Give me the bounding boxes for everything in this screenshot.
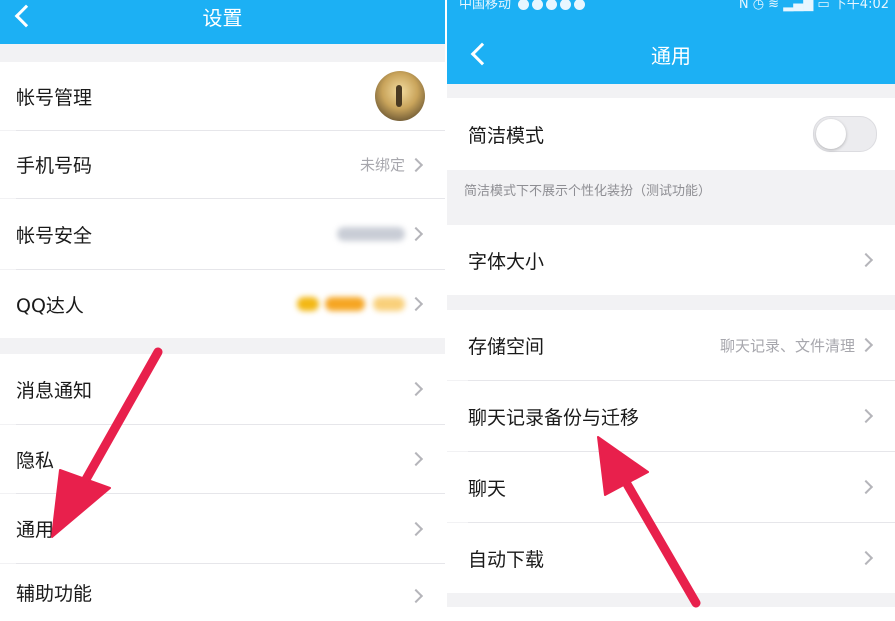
settings-header: 设置 xyxy=(0,0,445,44)
row-account-security[interactable]: 帐号安全 xyxy=(0,199,445,269)
row-chat-backup[interactable]: 聊天记录备份与迁移 xyxy=(447,381,895,451)
row-storage[interactable]: 存储空间 聊天记录、文件清理 xyxy=(447,310,895,380)
app-icon xyxy=(560,0,572,10)
row-chat[interactable]: 聊天 xyxy=(447,452,895,522)
simple-mode-note: 简洁模式下不展示个性化装扮（测试功能） xyxy=(464,184,712,199)
chevron-right-icon xyxy=(408,451,424,467)
chevron-right-icon xyxy=(858,337,874,353)
status-right: N ◷ ≋ ▂▄▆ ▭ 下午4:02 xyxy=(739,0,889,13)
row-label: 辅助功能 xyxy=(16,583,93,605)
chevron-right-icon xyxy=(408,521,424,537)
status-bar: 中国移动 N ◷ ≋ ▂▄▆ ▭ 下午4:02 xyxy=(447,0,895,16)
app-icon xyxy=(532,0,544,10)
row-label: 聊天 xyxy=(468,477,507,500)
chevron-right-icon xyxy=(858,252,874,268)
chevron-right-icon xyxy=(858,550,874,566)
chevron-right-icon xyxy=(408,226,424,242)
avatar xyxy=(375,71,425,121)
alarm-icon: ◷ xyxy=(752,0,765,12)
row-label: 聊天记录备份与迁移 xyxy=(468,406,640,429)
qq-expert-badge-blurred xyxy=(297,270,405,338)
settings-screen: 设置 帐号管理 手机号码 未绑定 帐号安全 QQ达人 消息通知 隐私 通用 辅助… xyxy=(0,0,445,621)
signal-icon: ▂▄▆ xyxy=(783,0,814,12)
row-privacy[interactable]: 隐私 xyxy=(0,425,445,493)
chevron-right-icon xyxy=(408,588,424,604)
row-phone-number[interactable]: 手机号码 未绑定 xyxy=(0,131,445,198)
row-auto-download[interactable]: 自动下载 xyxy=(447,523,895,593)
page-title: 通用 xyxy=(651,44,691,68)
row-general[interactable]: 通用 xyxy=(0,494,445,563)
chevron-right-icon xyxy=(408,381,424,397)
app-icon xyxy=(574,0,586,10)
row-label: 消息通知 xyxy=(16,379,93,402)
row-label: 手机号码 xyxy=(16,155,93,177)
phone-status: 未绑定 xyxy=(359,156,405,174)
row-font-size[interactable]: 字体大小 xyxy=(447,225,895,295)
simple-mode-toggle[interactable] xyxy=(813,116,877,152)
app-icon xyxy=(518,0,530,10)
nfc-icon: N xyxy=(738,0,749,12)
row-label: 隐私 xyxy=(16,449,55,472)
row-label: 自动下载 xyxy=(468,548,545,571)
wing-badge-icon xyxy=(297,297,319,311)
row-label: 帐号管理 xyxy=(16,86,93,109)
row-message-notification[interactable]: 消息通知 xyxy=(0,354,445,424)
chevron-right-icon xyxy=(858,408,874,424)
chevron-right-icon xyxy=(408,296,424,312)
security-status-blurred xyxy=(337,199,405,269)
row-label: 帐号安全 xyxy=(16,224,93,247)
row-label: 字体大小 xyxy=(468,250,545,273)
row-label: 简洁模式 xyxy=(468,124,545,147)
wifi-icon: ≋ xyxy=(768,0,780,12)
row-simple-mode[interactable]: 简洁模式 xyxy=(447,98,895,170)
carrier-label: 中国移动 xyxy=(459,0,586,13)
chevron-right-icon xyxy=(408,157,424,173)
app-icon xyxy=(546,0,558,10)
row-label: 通用 xyxy=(16,519,55,541)
general-screen: 中国移动 N ◷ ≋ ▂▄▆ ▭ 下午4:02 通用 简洁模式 简洁模式下不展示… xyxy=(447,0,895,621)
clock-time: 下午4:02 xyxy=(833,0,889,12)
row-account-management[interactable]: 帐号管理 xyxy=(0,62,445,130)
row-accessibility[interactable]: 辅助功能 xyxy=(0,564,445,621)
chevron-right-icon xyxy=(858,479,874,495)
row-label: 存储空间 xyxy=(468,335,545,358)
general-header: 中国移动 N ◷ ≋ ▂▄▆ ▭ 下午4:02 通用 xyxy=(447,0,895,84)
page-title: 设置 xyxy=(202,6,243,30)
row-label: QQ达人 xyxy=(16,294,84,317)
row-next-partial xyxy=(447,607,895,621)
storage-value: 聊天记录、文件清理 xyxy=(719,336,855,355)
row-qq-expert[interactable]: QQ达人 xyxy=(0,270,445,338)
battery-icon: ▭ xyxy=(817,0,830,12)
